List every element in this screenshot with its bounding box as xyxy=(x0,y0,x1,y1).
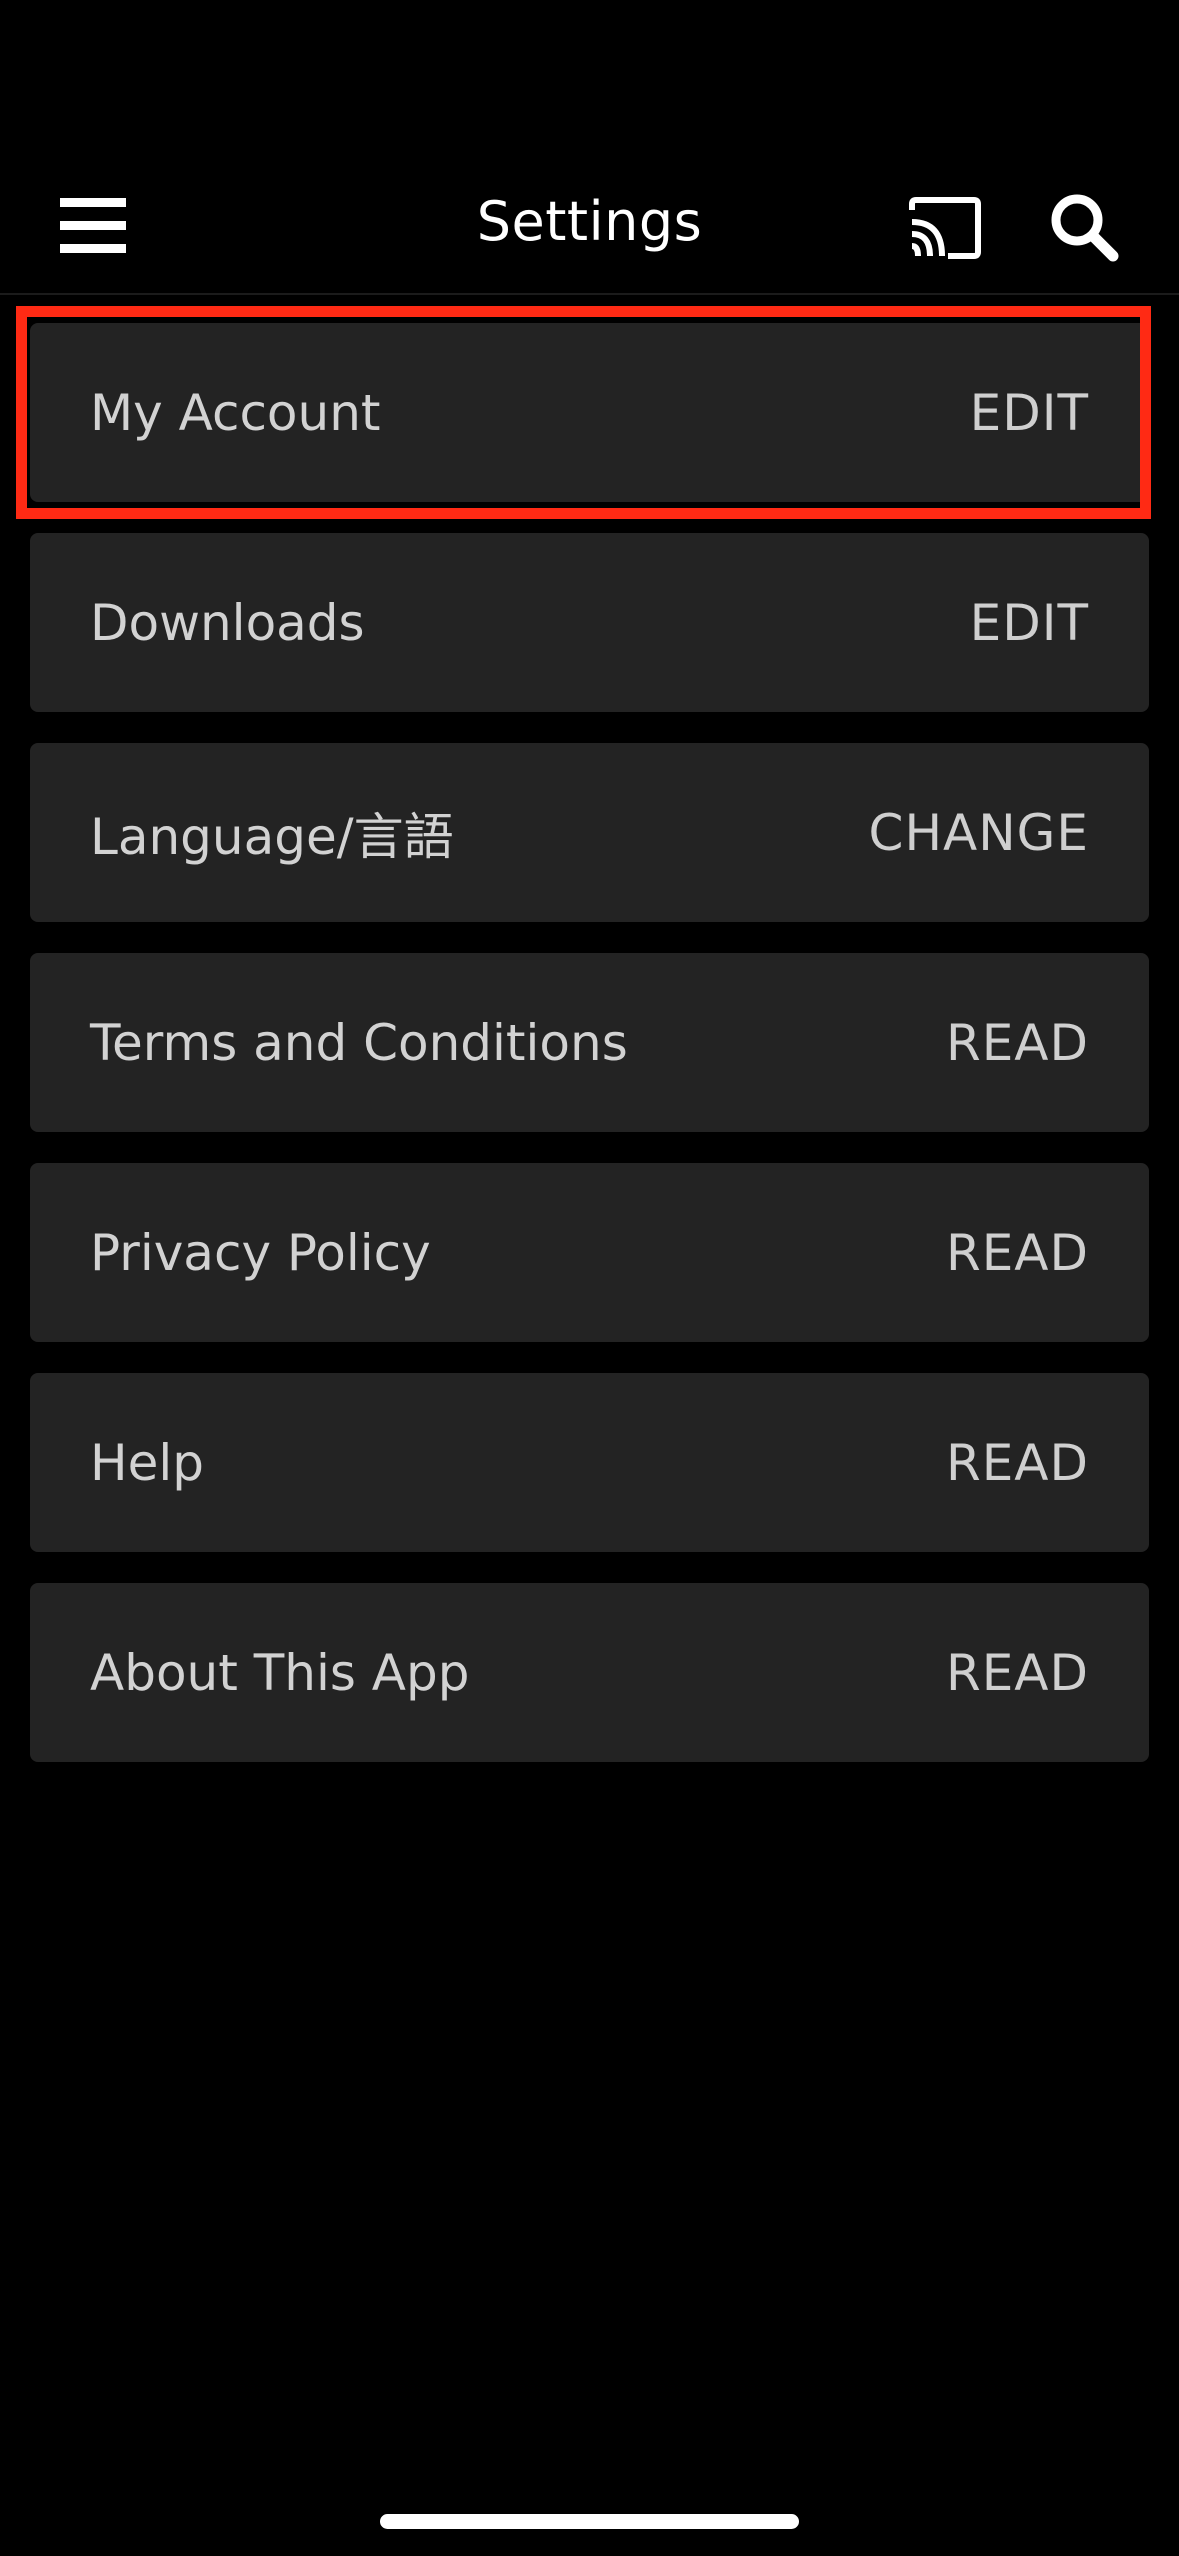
row-label: About This App xyxy=(90,1643,470,1702)
search-button[interactable] xyxy=(1047,190,1121,264)
row-label: Terms and Conditions xyxy=(90,1013,628,1072)
search-icon xyxy=(1051,194,1119,262)
edit-button[interactable]: EDIT xyxy=(970,594,1089,652)
settings-row-my-account[interactable]: My Account EDIT xyxy=(30,323,1149,502)
edit-button[interactable]: EDIT xyxy=(970,384,1089,442)
row-label: Language/言語 xyxy=(90,807,454,866)
home-indicator[interactable] xyxy=(380,2514,799,2529)
read-button[interactable]: READ xyxy=(946,1014,1089,1072)
settings-row-terms[interactable]: Terms and Conditions READ xyxy=(30,953,1149,1132)
cast-icon xyxy=(909,197,981,259)
settings-row-about[interactable]: About This App READ xyxy=(30,1583,1149,1762)
row-label: My Account xyxy=(90,383,381,442)
settings-row-downloads[interactable]: Downloads EDIT xyxy=(30,533,1149,712)
read-button[interactable]: READ xyxy=(946,1434,1089,1492)
row-label: Downloads xyxy=(90,593,365,652)
settings-list: My Account EDIT Downloads EDIT Language/… xyxy=(30,323,1149,1793)
read-button[interactable]: READ xyxy=(946,1224,1089,1282)
cast-button[interactable] xyxy=(906,196,984,260)
settings-row-privacy[interactable]: Privacy Policy READ xyxy=(30,1163,1149,1342)
settings-row-language[interactable]: Language/言語 CHANGE xyxy=(30,743,1149,922)
row-label: Privacy Policy xyxy=(90,1223,431,1282)
row-label: Help xyxy=(90,1433,204,1492)
page-title: Settings xyxy=(476,190,703,253)
change-button[interactable]: CHANGE xyxy=(869,804,1089,862)
read-button[interactable]: READ xyxy=(946,1644,1089,1702)
app-header: Settings xyxy=(0,160,1179,295)
settings-row-help[interactable]: Help READ xyxy=(30,1373,1149,1552)
